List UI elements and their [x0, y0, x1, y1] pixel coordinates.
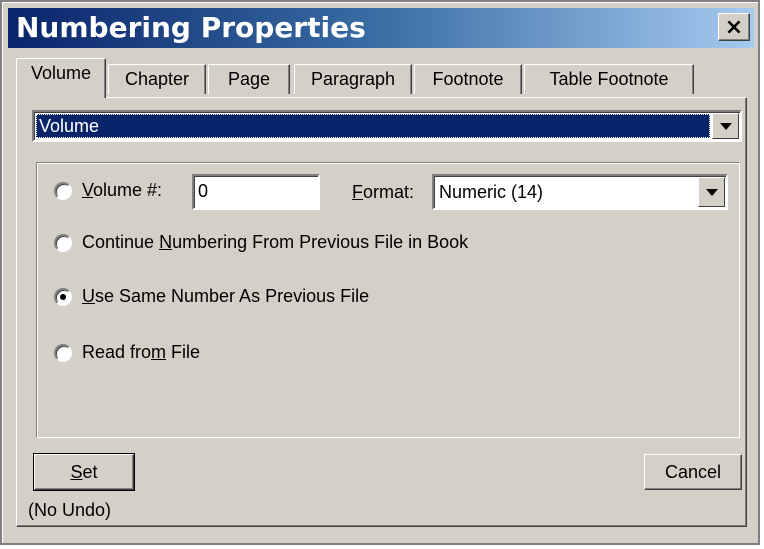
no-undo-note: (No Undo): [28, 500, 112, 520]
chevron-down-icon: [719, 122, 732, 130]
numbering-properties-dialog: Numbering Properties × Volume Chapter Pa…: [0, 0, 760, 545]
window-title: Numbering Properties: [16, 11, 366, 44]
format-select[interactable]: Numeric (14): [432, 174, 728, 210]
read-from-file-radio[interactable]: [54, 343, 72, 362]
same-number-radio-row[interactable]: Use Same Number As Previous File: [54, 286, 369, 307]
format-select-value: Numeric (14): [439, 182, 544, 202]
format-dropdown-button[interactable]: [698, 177, 725, 207]
tab-volume[interactable]: Volume: [16, 58, 106, 98]
volume-number-label: Volume #:: [82, 180, 163, 200]
tab-paragraph[interactable]: Paragraph: [294, 64, 412, 94]
set-button[interactable]: Set: [33, 453, 135, 491]
component-select[interactable]: Volume: [32, 110, 742, 142]
tab-page[interactable]: Page: [208, 64, 290, 94]
tab-footnote[interactable]: Footnote: [414, 64, 522, 94]
component-select-dropdown-button[interactable]: [712, 113, 739, 139]
tab-chapter[interactable]: Chapter: [108, 64, 206, 94]
read-from-file-radio-row[interactable]: Read from File: [54, 342, 200, 363]
continue-numbering-radio[interactable]: [54, 233, 72, 252]
continue-numbering-label: Continue Numbering From Previous File in…: [82, 232, 469, 252]
format-label: Format:: [352, 182, 415, 202]
volume-number-radio[interactable]: [54, 181, 72, 200]
chevron-down-icon: [705, 188, 718, 196]
continue-numbering-radio-row[interactable]: Continue Numbering From Previous File in…: [54, 232, 468, 253]
close-icon: ×: [724, 14, 744, 40]
volume-number-input[interactable]: 0: [192, 174, 320, 210]
read-from-file-label: Read from File: [82, 342, 201, 362]
cancel-button[interactable]: Cancel: [644, 454, 742, 490]
volume-number-radio-row[interactable]: Volume #:: [54, 180, 162, 201]
close-button[interactable]: ×: [718, 13, 750, 41]
component-select-value: Volume: [36, 114, 710, 138]
tab-table-footnote[interactable]: Table Footnote: [524, 64, 694, 94]
title-bar[interactable]: Numbering Properties ×: [8, 8, 754, 48]
same-number-label: Use Same Number As Previous File: [82, 286, 370, 306]
same-number-radio[interactable]: [54, 287, 72, 306]
